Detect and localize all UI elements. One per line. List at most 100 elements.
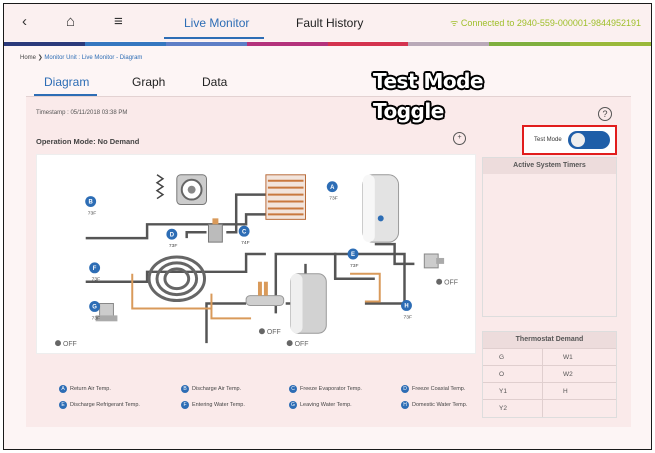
sensor-letter: A bbox=[330, 185, 335, 191]
coaxial-coil-heat-exchanger bbox=[147, 255, 207, 303]
sensor-letter: G bbox=[92, 305, 97, 311]
legend-item: B Discharge Air Temp. bbox=[181, 385, 241, 393]
sensor-letter: C bbox=[242, 229, 247, 235]
tab-data[interactable]: Data bbox=[202, 75, 227, 89]
reversing-valve bbox=[245, 281, 285, 306]
sensor-value: 73F bbox=[169, 243, 178, 249]
breadcrumb-home[interactable]: Home bbox=[20, 55, 36, 61]
off-label: OFF bbox=[267, 329, 281, 336]
electric-heater-element bbox=[155, 174, 165, 200]
color-bar-segment bbox=[570, 42, 651, 46]
legend-badge-icon: E bbox=[59, 401, 67, 409]
magnifier-glyph: + bbox=[457, 134, 462, 141]
home-icon[interactable]: ⌂ bbox=[66, 12, 75, 32]
legend-label: Freeze Evaporator Temp. bbox=[300, 386, 362, 392]
breadcrumb-separator-icon: ❯ bbox=[37, 55, 43, 61]
menu-icon[interactable]: ≡ bbox=[114, 12, 123, 32]
legend-label: Discharge Air Temp. bbox=[192, 386, 242, 392]
legend-item: G Leaving Water Temp. bbox=[289, 401, 352, 409]
thermostat-cell: Y2 bbox=[483, 399, 543, 417]
sensor-letter: E bbox=[351, 252, 355, 258]
annotation-toggle: Toggle bbox=[373, 99, 444, 123]
off-indicator-valve bbox=[286, 340, 293, 347]
thermostat-cell: W2 bbox=[541, 365, 616, 383]
help-icon[interactable]: ? bbox=[598, 107, 612, 121]
test-mode-toggle[interactable] bbox=[568, 131, 610, 149]
annotation-test-mode: Test Mode bbox=[373, 69, 484, 93]
system-diagram: A 73F B 73F C 74F D 73F E 73F F 73F G 73F H 73F OFF OFF… bbox=[36, 154, 476, 354]
thermostat-cell: G bbox=[483, 348, 543, 366]
sensor-f[interactable]: F 73F bbox=[89, 262, 101, 283]
sensor-value: 73F bbox=[92, 277, 101, 283]
legend-badge-icon: B bbox=[181, 385, 189, 393]
thermostat-demand-title: Thermostat Demand bbox=[483, 332, 616, 348]
thermostat-cell bbox=[541, 399, 616, 417]
off-indicator-pump-right bbox=[436, 278, 443, 285]
legend-badge-icon: H bbox=[401, 401, 409, 409]
expansion-valve bbox=[207, 218, 223, 243]
brand-color-bar bbox=[4, 42, 651, 46]
compressor bbox=[290, 273, 327, 334]
thermostat-cell: H bbox=[541, 382, 616, 400]
legend-label: Return Air Temp. bbox=[70, 386, 111, 392]
sensor-a[interactable]: A 73F bbox=[326, 181, 338, 202]
off-indicator-pump-left bbox=[55, 340, 61, 347]
legend-item: A Return Air Temp. bbox=[59, 385, 111, 393]
app-frame: ‹ ⌂ ≡ Live Monitor Fault History ᯤ Conne… bbox=[3, 3, 652, 450]
breadcrumb-path[interactable]: Monitor Unit : Live Monitor - Diagram bbox=[44, 55, 142, 61]
legend-badge-icon: A bbox=[59, 385, 67, 393]
legend-label: Discharge Refrigerant Temp. bbox=[70, 402, 140, 408]
legend-badge-icon: F bbox=[181, 401, 189, 409]
water-pump-right bbox=[423, 253, 445, 269]
sensor-letter: D bbox=[170, 232, 175, 238]
sensor-b[interactable]: B 73F bbox=[85, 196, 96, 216]
pipe-3 bbox=[185, 230, 207, 239]
sensor-h[interactable]: H 73F bbox=[401, 300, 412, 320]
off-label: OFF bbox=[295, 341, 309, 348]
connection-text: Connected to 2940-559-000001-9844952191 bbox=[460, 18, 641, 28]
sensor-g[interactable]: G 73F bbox=[89, 301, 100, 321]
timestamp: Timestamp : 05/11/2018 03:38 PM bbox=[36, 110, 128, 116]
active-system-timers-panel: Active System Timers bbox=[482, 157, 617, 317]
thermostat-cell: Y1 bbox=[483, 382, 543, 400]
tab-graph[interactable]: Graph bbox=[132, 75, 165, 89]
tab-fault-history[interactable]: Fault History bbox=[296, 16, 363, 30]
legend-label: Freeze Coaxial Temp. bbox=[412, 386, 466, 392]
legend-badge-icon: G bbox=[289, 401, 297, 409]
blower-fan bbox=[176, 174, 207, 205]
sensor-e[interactable]: E 73F bbox=[347, 248, 359, 269]
tab-live-monitor[interactable]: Live Monitor bbox=[184, 16, 249, 30]
color-bar-segment bbox=[165, 42, 247, 46]
test-mode-highlight-box: Test Mode bbox=[522, 125, 617, 155]
legend-item: D Freeze Coaxial Temp. bbox=[401, 385, 465, 393]
thermostat-demand-table: G W1 O W2 Y1 H Y2 bbox=[483, 348, 616, 417]
zoom-icon[interactable]: + bbox=[453, 132, 466, 145]
off-label: OFF bbox=[444, 280, 458, 287]
color-bar-segment bbox=[4, 42, 85, 46]
test-mode-label: Test Mode bbox=[534, 137, 562, 143]
back-icon[interactable]: ‹ bbox=[22, 12, 27, 32]
sensor-value: 74F bbox=[241, 240, 250, 246]
air-coil bbox=[265, 174, 306, 220]
active-system-timers-title: Active System Timers bbox=[483, 158, 616, 174]
tab-diagram[interactable]: Diagram bbox=[44, 75, 89, 89]
sensor-c[interactable]: C 74F bbox=[238, 225, 250, 246]
breadcrumb: Home ❯ Monitor Unit : Live Monitor - Dia… bbox=[20, 54, 142, 61]
color-bar-segment bbox=[408, 42, 490, 46]
legend-item: H Domestic Water Temp. bbox=[401, 401, 467, 409]
wifi-icon: ᯤ bbox=[450, 18, 459, 28]
thermostat-demand-panel: Thermostat Demand G W1 O W2 Y1 H Y2 bbox=[482, 331, 617, 418]
legend-label: Entering Water Temp. bbox=[192, 402, 245, 408]
sensor-letter: B bbox=[89, 200, 94, 206]
sensor-d[interactable]: D 73F bbox=[166, 228, 178, 249]
toggle-knob bbox=[571, 133, 585, 147]
thermostat-cell: W1 bbox=[541, 348, 616, 366]
operation-mode: Operation Mode: No Demand bbox=[36, 137, 140, 146]
table-row: G W1 bbox=[483, 348, 616, 366]
color-bar-segment bbox=[327, 42, 409, 46]
legend-label: Domestic Water Temp. bbox=[412, 402, 468, 408]
thermostat-cell: O bbox=[483, 365, 543, 383]
active-tab-underline bbox=[164, 37, 264, 39]
legend-item: E Discharge Refrigerant Temp. bbox=[59, 401, 140, 409]
color-bar-segment bbox=[489, 42, 571, 46]
